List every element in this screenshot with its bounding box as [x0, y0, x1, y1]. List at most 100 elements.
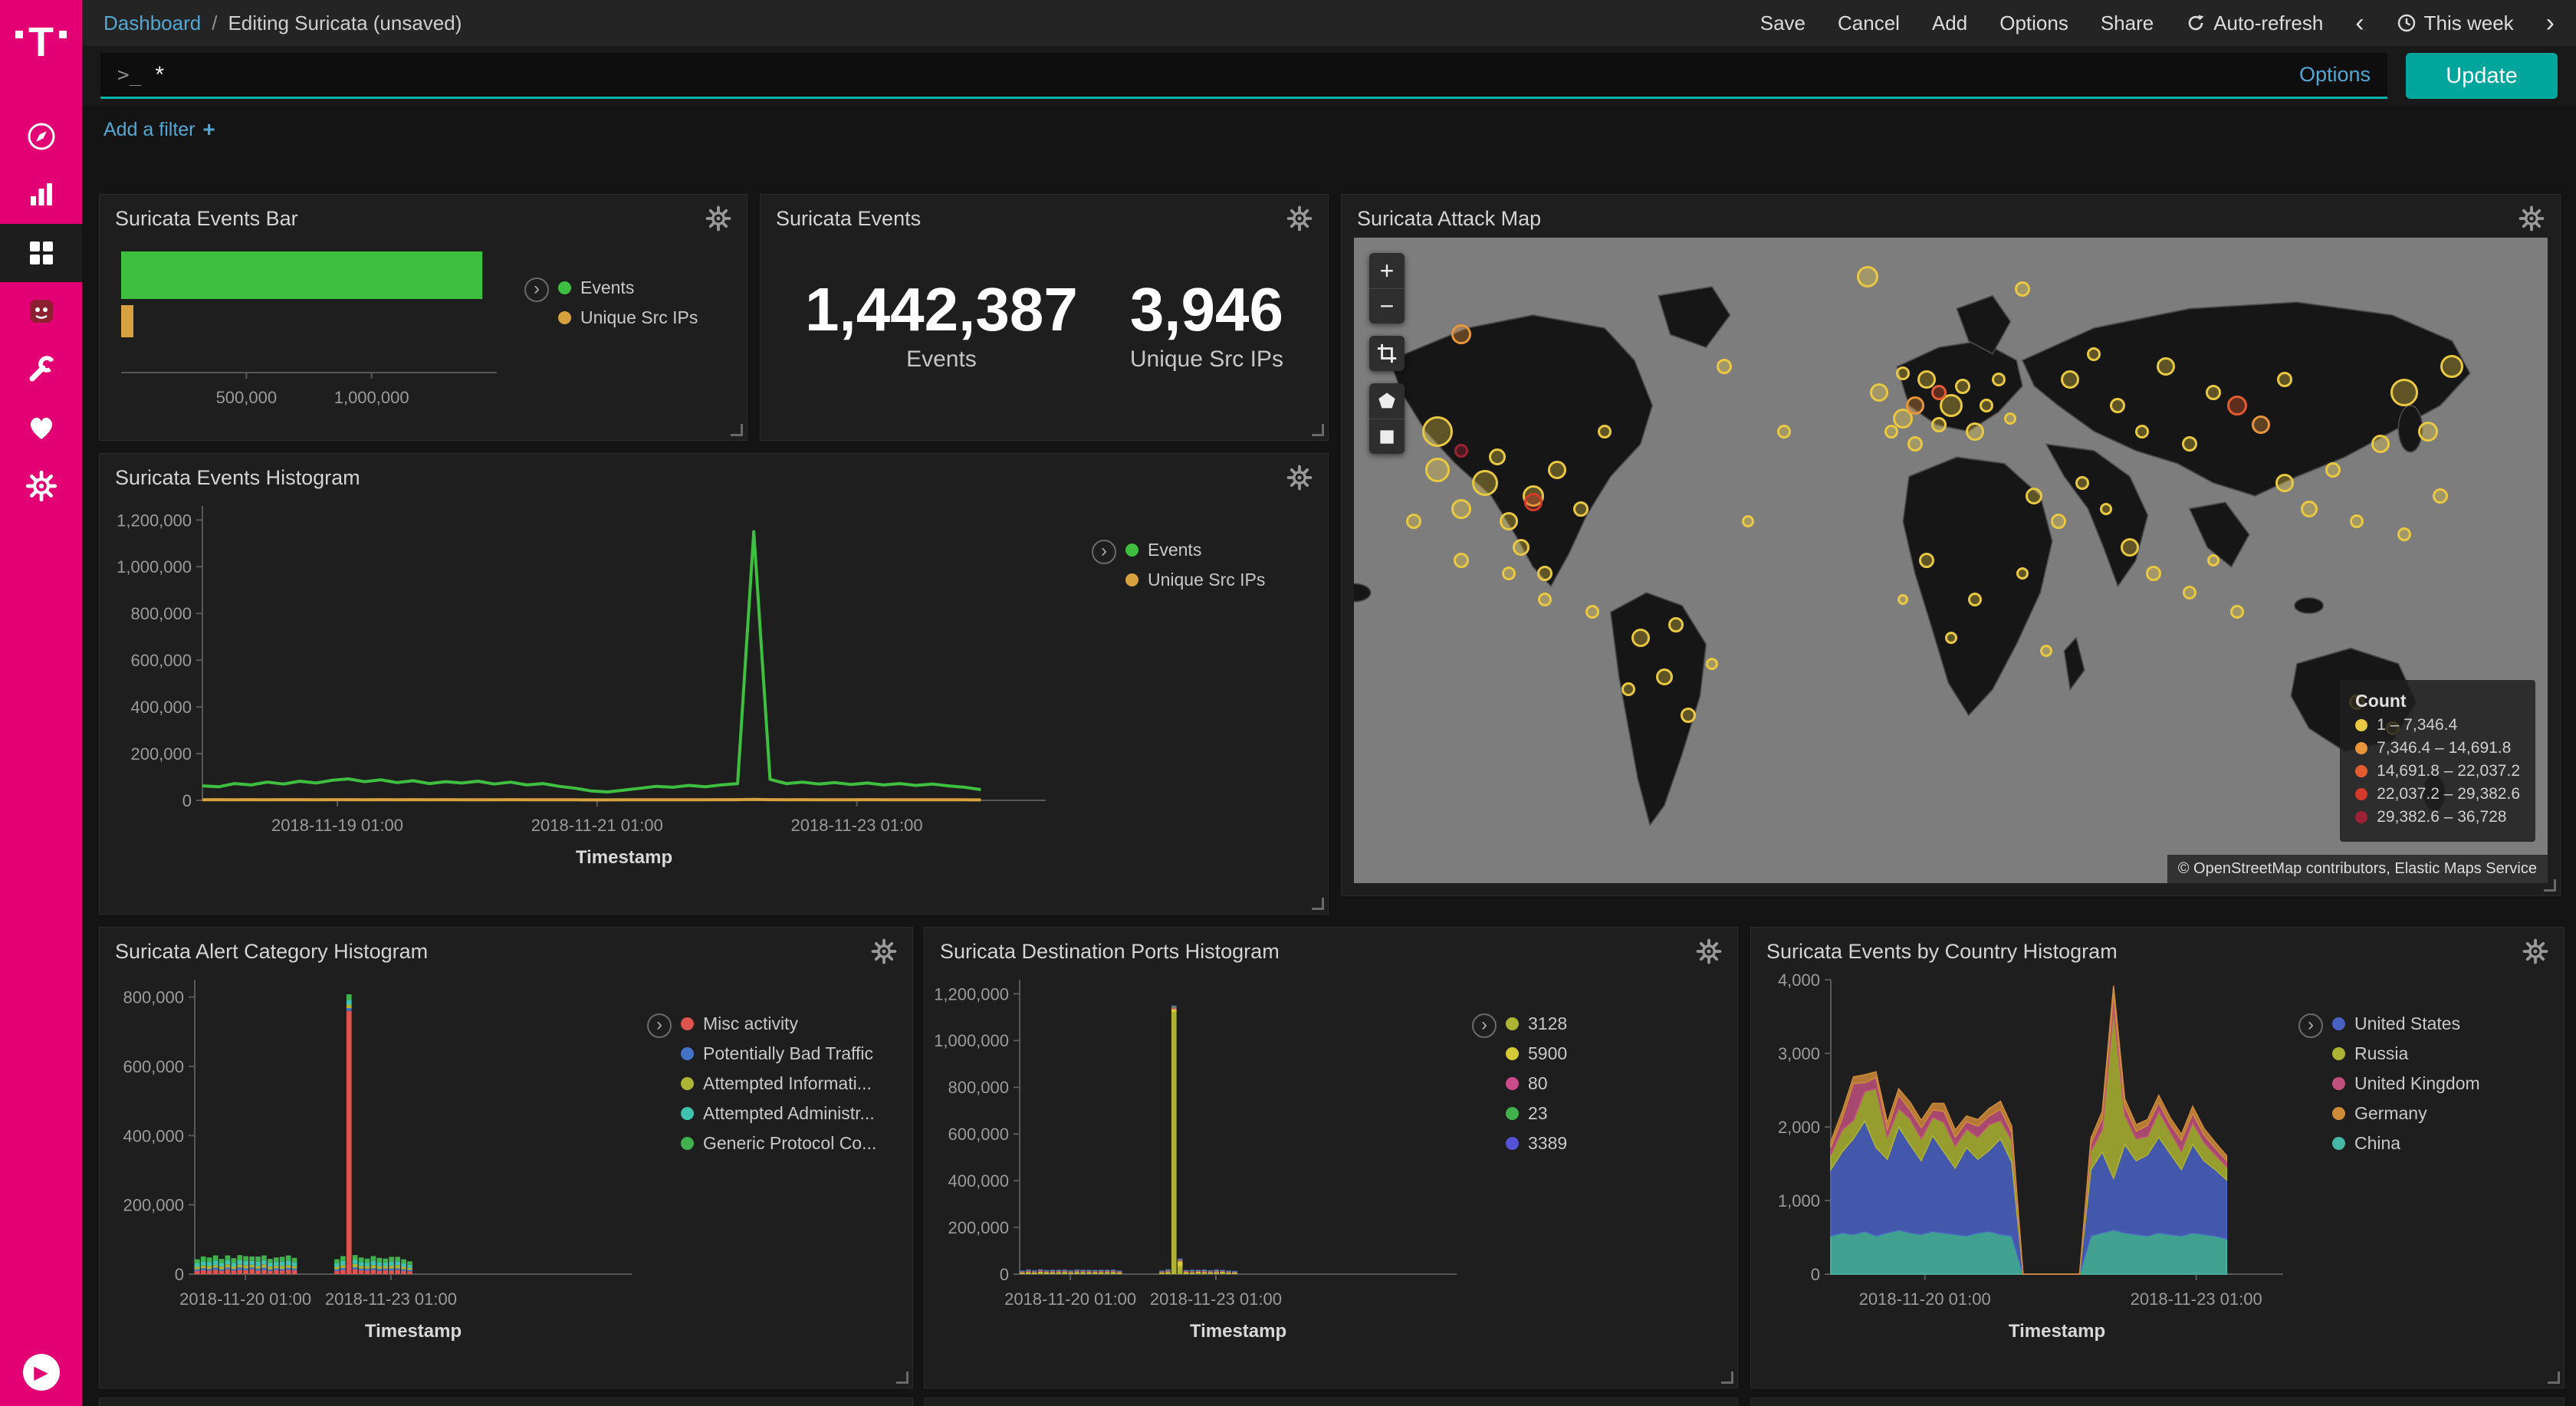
map-marker[interactable]: [2397, 527, 2411, 541]
gear-icon[interactable]: [871, 938, 897, 964]
map-marker[interactable]: [2100, 503, 2112, 515]
sidebar-item-dashboard[interactable]: [0, 224, 82, 282]
sidebar-item-management[interactable]: [0, 457, 82, 515]
map-marker[interactable]: [1884, 425, 1898, 439]
panel-title[interactable]: Suricata Events Histogram: [115, 466, 360, 490]
fit-bounds-button[interactable]: [1369, 336, 1405, 371]
map-marker[interactable]: [2040, 645, 2052, 657]
panel-title[interactable]: Suricata Destination Ports Histogram: [940, 940, 1280, 964]
time-forward-chevron[interactable]: ›: [2546, 10, 2555, 36]
time-range-picker[interactable]: This week: [2397, 11, 2514, 35]
map-marker[interactable]: [2146, 566, 2161, 581]
map-marker[interactable]: [2182, 436, 2197, 452]
sidebar-collapse-button[interactable]: ▶: [23, 1354, 60, 1391]
options-button[interactable]: Options: [1999, 11, 2068, 35]
map-marker[interactable]: [2440, 355, 2463, 378]
panel-title[interactable]: Suricata Events: [776, 207, 921, 231]
query-options-link[interactable]: Options: [2299, 63, 2371, 87]
gear-icon[interactable]: [1286, 465, 1313, 491]
map-marker[interactable]: [1980, 399, 1993, 412]
map-marker[interactable]: [1870, 383, 1888, 402]
map-marker[interactable]: [1906, 396, 1924, 415]
legend-item[interactable]: Russia: [2332, 1043, 2480, 1064]
legend-toggle-icon[interactable]: [1092, 540, 1116, 564]
gear-icon[interactable]: [2522, 938, 2548, 964]
map-marker[interactable]: [1454, 553, 1469, 568]
events-histogram-chart[interactable]: 0200,000400,000600,000800,0001,000,0001,…: [110, 494, 1061, 909]
map-marker[interactable]: [2371, 435, 2390, 453]
alert-category-chart[interactable]: 0200,000400,000600,000800,0002018-11-20 …: [110, 967, 647, 1383]
map-marker[interactable]: [1631, 629, 1650, 647]
map-marker[interactable]: [1656, 669, 1673, 685]
legend-item[interactable]: Unique Src IPs: [1125, 570, 1265, 590]
map-marker[interactable]: [2227, 396, 2247, 416]
sidebar-item-dev-tools[interactable]: [0, 340, 82, 399]
plus-icon[interactable]: +: [203, 117, 215, 142]
map-marker[interactable]: [1966, 422, 1984, 441]
map-marker[interactable]: [2061, 370, 2079, 389]
update-button[interactable]: Update: [2406, 53, 2558, 99]
map-marker[interactable]: [2016, 567, 2029, 580]
legend-item[interactable]: 5900: [1506, 1043, 1567, 1064]
map-marker[interactable]: [2004, 412, 2016, 425]
map-marker[interactable]: [1896, 366, 1910, 380]
map-marker[interactable]: [1898, 594, 1908, 605]
map-marker[interactable]: [1742, 515, 1754, 527]
map-marker[interactable]: [1968, 593, 1982, 606]
legend-item[interactable]: 23: [1506, 1103, 1567, 1124]
legend-item[interactable]: Potentially Bad Traffic: [681, 1043, 876, 1064]
map-marker[interactable]: [1681, 708, 1696, 723]
legend-item[interactable]: United Kingdom: [2332, 1073, 2480, 1094]
map-marker[interactable]: [1548, 461, 1566, 479]
map-marker[interactable]: [1706, 658, 1718, 670]
gear-icon[interactable]: [1696, 938, 1722, 964]
map-marker[interactable]: [2110, 398, 2125, 413]
map-marker[interactable]: [1502, 567, 1516, 580]
map-marker[interactable]: [1777, 425, 1791, 439]
map-marker[interactable]: [1472, 470, 1498, 496]
events-bar-chart[interactable]: 500,0001,000,000: [110, 235, 524, 435]
map-marker[interactable]: [1717, 359, 1732, 374]
map-marker[interactable]: [1451, 324, 1471, 344]
panel-resize-handle[interactable]: [2548, 1372, 2560, 1384]
map-marker[interactable]: [2230, 605, 2244, 619]
map-marker[interactable]: [1538, 593, 1552, 606]
map-marker[interactable]: [2157, 357, 2175, 376]
map-marker[interactable]: [2418, 422, 2438, 442]
legend-item[interactable]: Generic Protocol Co...: [681, 1133, 876, 1154]
map-marker[interactable]: [2433, 488, 2448, 504]
map-marker[interactable]: [2252, 416, 2270, 434]
map-marker[interactable]: [2275, 474, 2294, 492]
map-marker[interactable]: [1919, 553, 1934, 568]
sidebar-item-visualize[interactable]: [0, 166, 82, 224]
attack-map[interactable]: + −: [1354, 238, 2548, 883]
zoom-out-button[interactable]: −: [1369, 288, 1405, 324]
map-marker[interactable]: [1992, 373, 2006, 386]
gear-icon[interactable]: [1286, 205, 1313, 232]
map-marker[interactable]: [1857, 266, 1878, 287]
map-marker[interactable]: [1513, 539, 1530, 556]
save-button[interactable]: Save: [1760, 11, 1806, 35]
sidebar-item-monitoring[interactable]: [0, 399, 82, 457]
legend-toggle-icon[interactable]: [2298, 1013, 2323, 1038]
map-marker[interactable]: [1931, 385, 1947, 400]
map-marker[interactable]: [2087, 347, 2101, 361]
legend-item[interactable]: 3389: [1506, 1133, 1567, 1154]
polygon-tool-button[interactable]: [1369, 383, 1405, 419]
map-marker[interactable]: [2075, 476, 2089, 490]
sidebar-item-discover[interactable]: [0, 107, 82, 166]
panel-title[interactable]: Suricata Alert Category Histogram: [115, 940, 428, 964]
legend-item[interactable]: Attempted Administr...: [681, 1103, 876, 1124]
legend-item[interactable]: 80: [1506, 1073, 1567, 1094]
map-marker[interactable]: [1422, 416, 1453, 447]
map-marker[interactable]: [1945, 632, 1957, 644]
legend-item[interactable]: China: [2332, 1133, 2480, 1154]
map-marker[interactable]: [1668, 617, 1684, 632]
panel-title[interactable]: Suricata Events Bar: [115, 207, 298, 231]
sidebar-item-suricata-app[interactable]: [0, 282, 82, 340]
panel-resize-handle[interactable]: [731, 424, 743, 436]
add-filter-link[interactable]: Add a filter: [104, 119, 196, 141]
panel-title[interactable]: Suricata Attack Map: [1357, 207, 1541, 231]
panel-resize-handle[interactable]: [1312, 424, 1324, 436]
map-marker[interactable]: [1598, 425, 1612, 439]
